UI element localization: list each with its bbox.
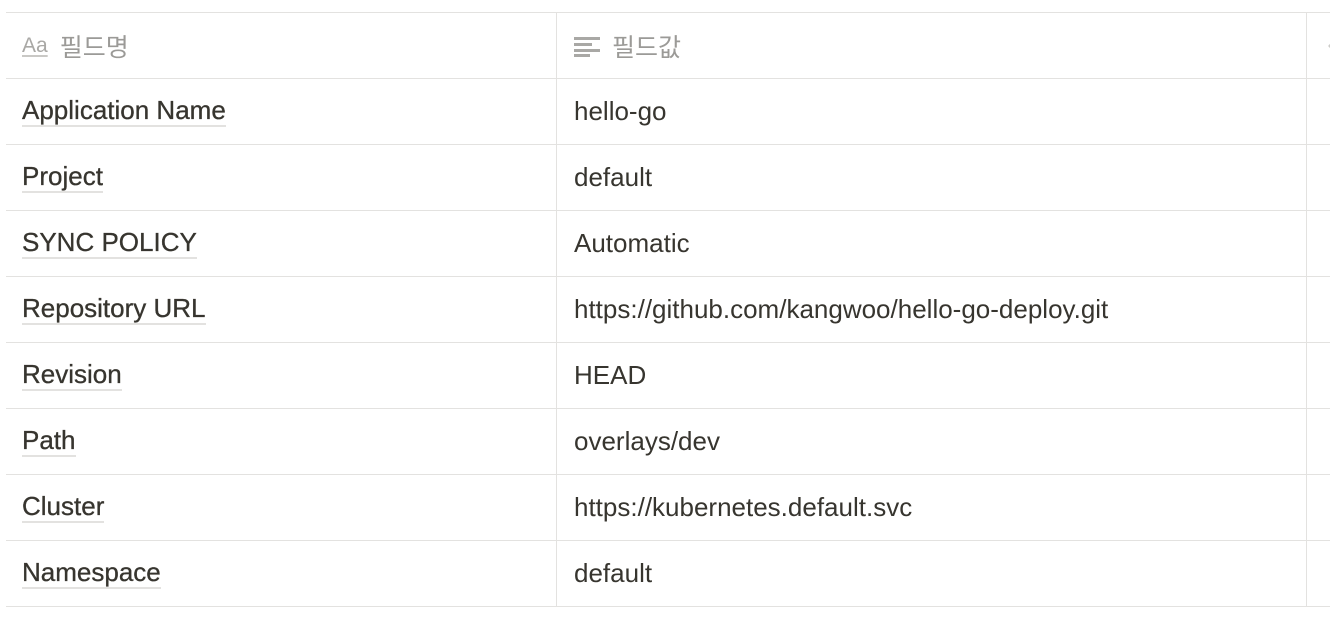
extra-cell[interactable]	[1307, 145, 1330, 210]
title-property-icon: Aa	[22, 33, 48, 57]
row-value: https://github.com/kangwoo/hello-go-depl…	[574, 294, 1109, 324]
column-header-name-label: 필드명	[59, 33, 129, 62]
row-value: Automatic	[574, 228, 690, 258]
name-cell[interactable]: Repository URL	[6, 277, 557, 342]
value-cell[interactable]: default	[557, 541, 1307, 606]
name-cell[interactable]: SYNC POLICY	[6, 211, 557, 276]
column-header-value[interactable]: 필드값	[557, 13, 1307, 78]
table-row[interactable]: Namespace default	[6, 541, 1330, 607]
value-cell[interactable]: HEAD	[557, 343, 1307, 408]
table-header-row: Aa 필드명 필드값 ‹	[6, 13, 1330, 79]
row-title[interactable]: Path	[22, 425, 76, 458]
name-cell[interactable]: Application Name	[6, 79, 557, 144]
extra-cell[interactable]	[1307, 343, 1330, 408]
table-row[interactable]: Cluster https://kubernetes.default.svc	[6, 475, 1330, 541]
extra-cell[interactable]	[1307, 541, 1330, 606]
value-cell[interactable]: hello-go	[557, 79, 1307, 144]
row-value: https://kubernetes.default.svc	[574, 492, 913, 522]
column-header-next[interactable]: ‹	[1307, 13, 1330, 78]
table-row[interactable]: Repository URL https://github.com/kangwo…	[6, 277, 1330, 343]
row-title[interactable]: Application Name	[22, 95, 226, 128]
extra-cell[interactable]	[1307, 409, 1330, 474]
column-header-name[interactable]: Aa 필드명	[6, 13, 557, 78]
name-cell[interactable]: Path	[6, 409, 557, 474]
value-cell[interactable]: default	[557, 145, 1307, 210]
extra-cell[interactable]	[1307, 79, 1330, 144]
name-cell[interactable]: Cluster	[6, 475, 557, 540]
value-cell[interactable]: https://github.com/kangwoo/hello-go-depl…	[557, 277, 1307, 342]
table-row[interactable]: Application Name hello-go	[6, 79, 1330, 145]
text-property-icon	[574, 35, 600, 57]
name-cell[interactable]: Revision	[6, 343, 557, 408]
value-cell[interactable]: overlays/dev	[557, 409, 1307, 474]
database-table: Aa 필드명 필드값 ‹ Application Name hello-go P…	[6, 12, 1330, 607]
extra-cell[interactable]	[1307, 277, 1330, 342]
row-title[interactable]: Repository URL	[22, 293, 206, 326]
table-row[interactable]: Revision HEAD	[6, 343, 1330, 409]
row-title[interactable]: Revision	[22, 359, 122, 392]
row-value: default	[574, 162, 653, 192]
table-row[interactable]: Path overlays/dev	[6, 409, 1330, 475]
row-title[interactable]: Namespace	[22, 557, 161, 590]
extra-cell[interactable]	[1307, 211, 1330, 276]
row-title[interactable]: Project	[22, 161, 103, 194]
value-cell[interactable]: Automatic	[557, 211, 1307, 276]
row-title[interactable]: SYNC POLICY	[22, 227, 197, 260]
column-header-value-label: 필드값	[612, 33, 682, 62]
value-cell[interactable]: https://kubernetes.default.svc	[557, 475, 1307, 540]
name-cell[interactable]: Namespace	[6, 541, 557, 606]
row-value: HEAD	[574, 360, 647, 390]
name-cell[interactable]: Project	[6, 145, 557, 210]
row-value: default	[574, 558, 653, 588]
extra-cell[interactable]	[1307, 475, 1330, 540]
row-value: hello-go	[574, 96, 667, 126]
row-value: overlays/dev	[574, 426, 720, 456]
row-title[interactable]: Cluster	[22, 491, 105, 524]
table-row[interactable]: SYNC POLICY Automatic	[6, 211, 1330, 277]
table-row[interactable]: Project default	[6, 145, 1330, 211]
